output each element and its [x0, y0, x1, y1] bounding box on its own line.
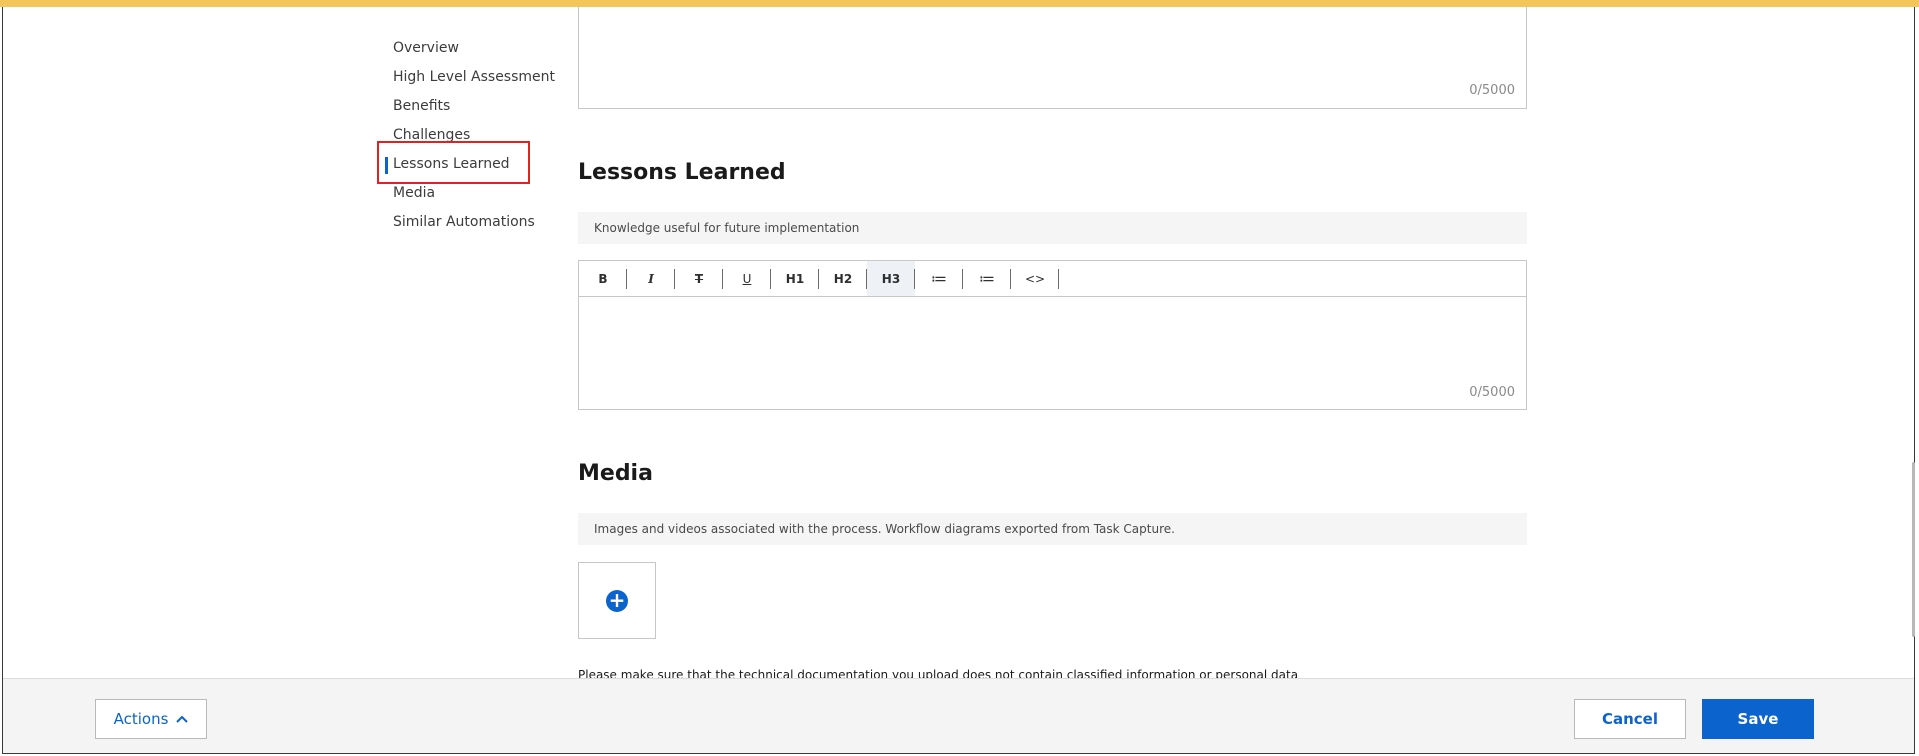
bold-button[interactable]: B [579, 261, 627, 296]
lessons-learned-title: Lessons Learned [578, 160, 786, 185]
media-hint: Images and videos associated with the pr… [578, 513, 1527, 545]
nav-item-label: Media [393, 185, 436, 201]
nav-item-label: High Level Assessment [393, 69, 556, 85]
code-icon[interactable]: <> [1011, 261, 1059, 296]
challenges-editor[interactable]: 0/5000 [578, 7, 1527, 109]
nav-item-similar-automations[interactable]: Similar Automations [393, 208, 555, 237]
nav-item-label: Similar Automations [393, 214, 535, 230]
italic-button[interactable]: I [627, 261, 675, 296]
scrollbar-thumb[interactable] [1912, 462, 1915, 637]
add-media-button[interactable]: + [578, 562, 656, 639]
strikethrough-button[interactable]: T [675, 261, 723, 296]
actions-label: Actions [113, 710, 169, 728]
media-title: Media [578, 461, 653, 486]
nav-item-label: Overview [393, 40, 459, 56]
underline-button[interactable]: U [723, 261, 771, 296]
heading-1-button[interactable]: H1 [771, 261, 819, 296]
lessons-learned-hint: Knowledge useful for future implementati… [578, 212, 1527, 244]
numbered-list-icon[interactable]: ≔ [963, 261, 1011, 296]
lessons-char-counter: 0/5000 [1469, 385, 1515, 400]
plus-circle-icon: + [606, 589, 628, 612]
chevron-up-icon [176, 715, 189, 723]
nav-item-overview[interactable]: Overview [393, 34, 555, 63]
highlight-box [377, 141, 530, 184]
nav-item-benefits[interactable]: Benefits [393, 92, 555, 121]
bullet-list-icon[interactable]: ≔ [915, 261, 963, 296]
heading-3-button[interactable]: H3 [867, 261, 915, 296]
nav-item-label: Benefits [393, 98, 451, 114]
rich-text-toolbar: B I T U H1 H2 H3 ≔ ≔ <> [579, 261, 1526, 297]
top-accent-bar [0, 0, 1919, 7]
heading-2-button[interactable]: H2 [819, 261, 867, 296]
lessons-learned-text-area[interactable] [579, 297, 1526, 409]
actions-button[interactable]: Actions [95, 699, 207, 739]
section-nav: Overview High Level Assessment Benefits … [384, 34, 555, 237]
nav-item-high-level-assessment[interactable]: High Level Assessment [393, 63, 555, 92]
save-button[interactable]: Save [1702, 699, 1814, 739]
lessons-learned-editor: B I T U H1 H2 H3 ≔ ≔ <> 0/5000 [578, 260, 1527, 410]
challenges-char-counter: 0/5000 [1469, 83, 1515, 98]
cancel-button[interactable]: Cancel [1574, 699, 1686, 739]
